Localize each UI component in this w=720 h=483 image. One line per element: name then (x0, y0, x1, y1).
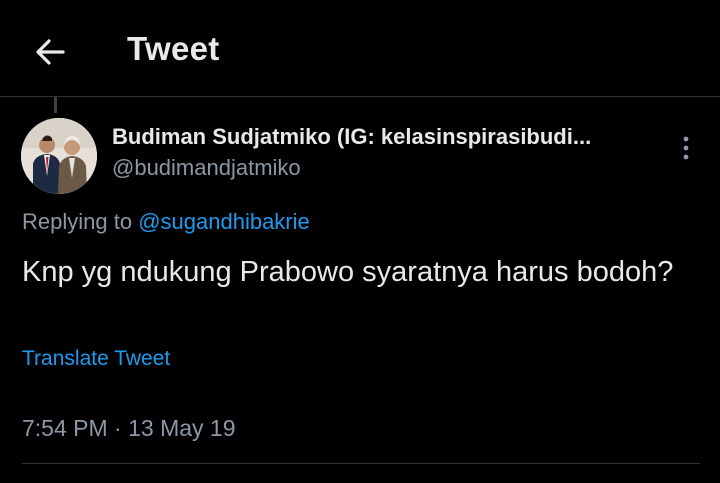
more-vertical-icon (683, 136, 689, 160)
timestamp-separator: · (114, 415, 122, 441)
replying-to-link[interactable]: @sugandhibakrie (138, 209, 310, 234)
tweet-time: 7:54 PM (22, 415, 108, 441)
author-handle[interactable]: @budimandjatmiko (112, 155, 301, 181)
divider (22, 463, 700, 464)
translate-tweet-link[interactable]: Translate Tweet (22, 347, 170, 371)
replying-to: Replying to @sugandhibakrie (22, 209, 310, 235)
page-title: Tweet (127, 30, 220, 67)
avatar[interactable] (21, 118, 97, 194)
back-button[interactable] (30, 32, 70, 72)
tweet-timestamp[interactable]: 7:54 PM · 13 May 19 (22, 415, 236, 442)
avatar-photo-icon (21, 118, 97, 194)
tweet-date: 13 May 19 (128, 415, 236, 441)
thread-connector-line (54, 97, 57, 113)
replying-to-label: Replying to (22, 209, 133, 234)
top-bar: Tweet (0, 0, 720, 97)
arrow-left-icon (36, 39, 65, 65)
author-display-name[interactable]: Budiman Sudjatmiko (IG: kelasinspirasibu… (112, 124, 657, 150)
more-options-button[interactable] (668, 130, 704, 166)
tweet-text: Knp yg ndukung Prabowo syaratnya harus b… (22, 256, 674, 288)
